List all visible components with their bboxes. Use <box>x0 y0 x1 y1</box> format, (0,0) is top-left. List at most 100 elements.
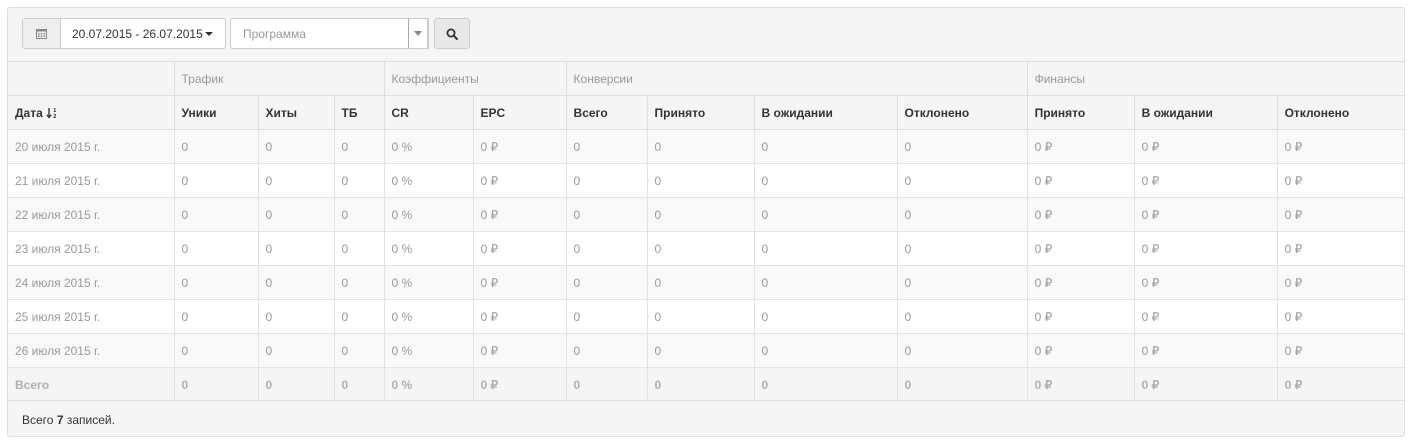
table-footer: Всего 7 записей. <box>8 400 1404 436</box>
calendar-icon[interactable] <box>23 19 61 48</box>
table-cell: 0 <box>896 333 1028 368</box>
table-cell: 0 ₽ <box>1276 231 1404 266</box>
table-cell: 0 ₽ <box>1133 265 1278 300</box>
table-row: 22 июля 2015 г. 0 0 0 0 % 0 ₽0 0 0 0 0 ₽0 ₽0 ₽ <box>8 197 1404 232</box>
table-cell: 0 <box>753 163 898 198</box>
date-range-picker[interactable]: 20.07.2015 - 26.07.2015 <box>22 18 226 49</box>
table-cell: 0 <box>753 231 898 266</box>
column-header-epc[interactable]: EPC <box>472 95 567 130</box>
table-cell: 0 <box>896 231 1028 266</box>
table-cell: 0 <box>896 129 1028 164</box>
table-cell: 0 ₽ <box>1133 163 1278 198</box>
table-cell: 0 <box>896 197 1028 232</box>
table-cell: 0 ₽ <box>472 299 567 334</box>
table-cell: 0 <box>646 231 755 266</box>
table-cell: 0 <box>753 197 898 232</box>
column-header-date[interactable]: Дата 1 2 <box>8 95 174 130</box>
column-header-conv-total[interactable]: Всего <box>565 95 648 130</box>
table-cell: 0 ₽ <box>472 231 567 266</box>
table-cell: 0 <box>646 197 755 232</box>
caret-down-icon <box>204 32 213 36</box>
table-cell: 0 % <box>383 129 474 164</box>
table-cell: 0 <box>257 265 334 300</box>
table-cell: 0 ₽ <box>1026 163 1135 198</box>
program-select[interactable] <box>230 18 429 49</box>
total-cell: 0 <box>896 367 1028 401</box>
column-header-fin-accepted[interactable]: Принято <box>1026 95 1135 130</box>
date-cell: 26 июля 2015 г. <box>8 333 174 368</box>
table-cell: 0 ₽ <box>472 129 567 164</box>
date-range-value[interactable]: 20.07.2015 - 26.07.2015 <box>72 27 213 41</box>
sort-numeric-asc-icon[interactable]: 12 <box>46 107 58 119</box>
table-row: 25 июля 2015 г. 0 0 0 0 % 0 ₽0 0 0 0 0 ₽0 ₽0 ₽ <box>8 299 1404 334</box>
table-cell: 0 <box>565 231 648 266</box>
total-cell: 0 <box>565 367 648 401</box>
table-cell: 0 ₽ <box>1276 333 1404 368</box>
total-cell: 0 <box>753 367 898 401</box>
column-header-uniques[interactable]: Уники <box>173 95 258 130</box>
search-button[interactable] <box>434 18 470 49</box>
table-cell: 0 <box>896 299 1028 334</box>
program-dropdown-toggle[interactable] <box>408 18 428 49</box>
svg-text:2: 2 <box>53 114 57 119</box>
table-cell: 0 <box>333 333 385 368</box>
table-row: 20 июля 2015 г. 0 0 0 0 % 0 ₽0 0 0 0 0 ₽0 ₽0 ₽ <box>8 129 1404 164</box>
table-cell: 0 ₽ <box>1276 197 1404 232</box>
column-header-fin-rejected[interactable]: Отклонено <box>1276 95 1404 130</box>
table-cell: 0 <box>565 163 648 198</box>
group-header-ratios: Коэффициенты <box>383 61 567 96</box>
summary-suffix: записей. <box>66 413 115 427</box>
table-row: 26 июля 2015 г. 0 0 0 0 % 0 ₽0 0 0 0 0 ₽0 ₽0 ₽ <box>8 333 1404 368</box>
total-cell: 0 <box>646 367 755 401</box>
table-cell: 0 <box>646 163 755 198</box>
table-cell: 0 ₽ <box>472 197 567 232</box>
table-cell: 0 % <box>383 265 474 300</box>
table-cell: 0 ₽ <box>1133 197 1278 232</box>
group-header-traffic: Трафик <box>173 61 385 96</box>
table-cell: 0 <box>753 333 898 368</box>
column-header-conv-accepted[interactable]: Принято <box>646 95 755 130</box>
table-cell: 0 <box>257 129 334 164</box>
table-cell: 0 ₽ <box>1133 231 1278 266</box>
total-cell: 0 <box>333 367 385 401</box>
table-cell: 0 <box>565 129 648 164</box>
total-cell: 0 % <box>383 367 474 401</box>
table-cell: 0 <box>565 197 648 232</box>
table-cell: 0 <box>565 333 648 368</box>
date-range-text: 20.07.2015 - 26.07.2015 <box>72 27 203 41</box>
table-cell: 0 <box>753 299 898 334</box>
table-cell: 0 <box>896 163 1028 198</box>
record-count: 7 <box>56 413 64 427</box>
table-cell: 0 <box>753 265 898 300</box>
table-cell: 0 ₽ <box>1026 231 1135 266</box>
table-cell: 0 <box>646 129 755 164</box>
group-header-finance: Финансы <box>1026 61 1404 96</box>
table-cell: 0 % <box>383 163 474 198</box>
table-cell: 0 % <box>383 197 474 232</box>
column-header-conv-rejected[interactable]: Отклонено <box>896 95 1028 130</box>
column-header-conv-pending[interactable]: В ожидании <box>753 95 898 130</box>
total-cell: 0 ₽ <box>1276 367 1404 401</box>
total-row: Всего 0 0 0 0 % 0 ₽0 0 0 0 0 ₽0 ₽0 ₽ <box>8 367 1404 401</box>
table-cell: 0 <box>333 299 385 334</box>
total-label-cell: Всего <box>8 367 174 401</box>
table-cell: 0 <box>173 163 258 198</box>
column-header-tb[interactable]: ТБ <box>333 95 385 130</box>
column-header-fin-pending[interactable]: В ожидании <box>1133 95 1278 130</box>
table-cell: 0 ₽ <box>1276 163 1404 198</box>
table-cell: 0 % <box>383 231 474 266</box>
table-cell: 0 ₽ <box>1276 129 1404 164</box>
program-input[interactable] <box>231 19 409 48</box>
date-cell: 25 июля 2015 г. <box>8 299 174 334</box>
table-cell: 0 <box>565 299 648 334</box>
column-header-hits[interactable]: Хиты <box>257 95 334 130</box>
chevron-down-icon <box>414 31 422 36</box>
date-cell: 24 июля 2015 г. <box>8 265 174 300</box>
table-cell: 0 <box>646 265 755 300</box>
column-header-cr[interactable]: CR <box>383 95 474 130</box>
table-cell: 0 <box>173 197 258 232</box>
total-cell: 0 <box>173 367 258 401</box>
stats-panel: 20.07.2015 - 26.07.2015 Трафик Коэф <box>7 7 1405 437</box>
table-cell: 0 <box>173 333 258 368</box>
table-cell: 0 ₽ <box>472 163 567 198</box>
